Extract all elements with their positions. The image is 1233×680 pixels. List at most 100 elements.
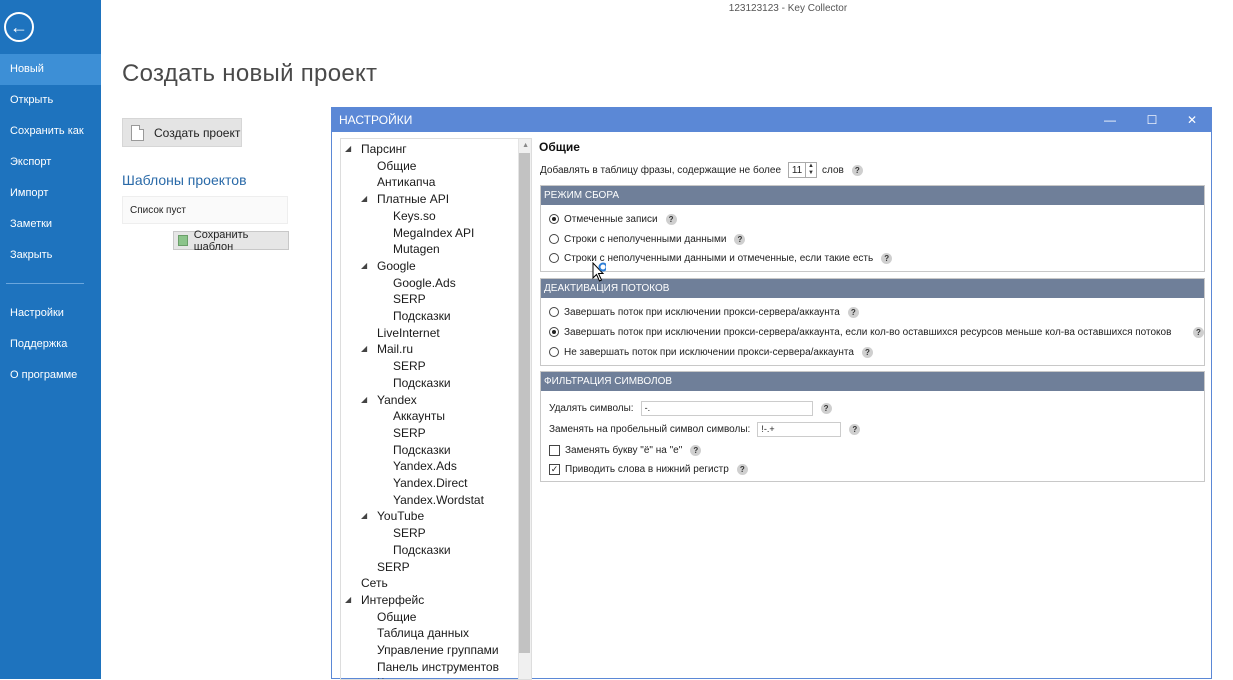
tree-node[interactable]: Управление группами: [377, 642, 499, 658]
help-icon[interactable]: ?: [736, 463, 748, 475]
save-template-button[interactable]: Сохранить шаблон: [173, 229, 289, 253]
tree-node[interactable]: Keys.so: [393, 208, 436, 224]
sidebar-item[interactable]: Поддержка: [0, 329, 101, 360]
sidebar-item[interactable]: Заметки: [0, 209, 101, 240]
sidebar-item[interactable]: Открыть: [0, 85, 101, 116]
help-icon[interactable]: ?: [849, 423, 861, 435]
minimize-icon[interactable]: —: [1091, 108, 1129, 132]
expand-triangle-icon[interactable]: ◢: [345, 141, 351, 157]
tree-node[interactable]: Подсказки: [393, 375, 451, 391]
radio-button[interactable]: [549, 253, 559, 263]
tree-node-label: Антикапча: [377, 175, 436, 190]
help-icon[interactable]: ?: [820, 402, 832, 414]
tree-node[interactable]: ◢ Парсинг: [345, 141, 407, 157]
sidebar-item[interactable]: Настройки: [0, 298, 101, 329]
expand-triangle-icon[interactable]: ◢: [361, 191, 367, 207]
scrollbar-thumb[interactable]: [519, 153, 530, 653]
remove-symbols-input[interactable]: -.: [640, 400, 813, 416]
tree-node[interactable]: Подсказки: [393, 542, 451, 558]
dialog-title: НАСТРОЙКИ: [339, 113, 413, 127]
stepper-arrows-icon[interactable]: ▲ ▼: [805, 163, 816, 177]
tree-node[interactable]: Подсказки: [393, 442, 451, 458]
lowercase-checkbox[interactable]: ✓: [549, 463, 560, 475]
help-icon[interactable]: ?: [1193, 326, 1204, 338]
replace-symbols-input[interactable]: !-.+: [757, 421, 842, 437]
radio-button[interactable]: [549, 307, 559, 317]
tree-node[interactable]: LiveInternet: [377, 325, 440, 341]
help-icon[interactable]: ?: [690, 444, 702, 456]
expand-triangle-icon[interactable]: ◢: [361, 341, 367, 357]
tree-node[interactable]: Mutagen: [393, 241, 440, 257]
sidebar-item[interactable]: Импорт: [0, 178, 101, 209]
radio-button[interactable]: [549, 214, 559, 224]
tree-node[interactable]: SERP: [393, 425, 426, 441]
help-icon[interactable]: ?: [734, 233, 746, 245]
tree-node[interactable]: Аккаунты: [393, 408, 445, 424]
back-arrow-icon[interactable]: ←: [4, 12, 34, 42]
tree-node[interactable]: Yandex.Wordstat: [393, 492, 484, 508]
sidebar-item[interactable]: Экспорт: [0, 147, 101, 178]
tree-scrollbar[interactable]: ▲: [518, 139, 531, 679]
tree-node[interactable]: ◢ Интерфейс: [345, 592, 424, 608]
tree-node[interactable]: Yandex.Ads: [393, 458, 457, 474]
expand-triangle-icon[interactable]: ◢: [361, 392, 367, 408]
tree-node[interactable]: SERP: [393, 291, 426, 307]
tree-node[interactable]: Общие: [377, 158, 416, 174]
threads-option-1[interactable]: Завершать поток при исключении прокси-се…: [549, 325, 1204, 339]
close-icon[interactable]: ✕: [1173, 108, 1211, 132]
dialog-titlebar[interactable]: НАСТРОЙКИ — ☐ ✕: [332, 108, 1211, 132]
help-icon[interactable]: ?: [881, 252, 893, 264]
tree-node[interactable]: ◢ Google: [361, 258, 416, 274]
tree-node[interactable]: Таблица данных: [377, 625, 469, 641]
radio-button[interactable]: [549, 234, 559, 244]
tree-node[interactable]: Google.Ads: [393, 275, 456, 291]
threads-option-0[interactable]: Завершать поток при исключении прокси-се…: [549, 305, 859, 319]
expand-triangle-icon[interactable]: ◢: [345, 592, 351, 608]
radio-button[interactable]: [549, 327, 559, 337]
tree-node[interactable]: SERP: [393, 525, 426, 541]
option-label: Завершать поток при исключении прокси-се…: [564, 326, 1172, 338]
mode-option-0[interactable]: Отмеченные записи ?: [549, 212, 677, 226]
tree-node[interactable]: ◢ Платные API: [361, 191, 449, 207]
max-words-value[interactable]: 11: [789, 165, 805, 176]
sidebar-item[interactable]: Новый: [0, 54, 101, 85]
tree-node[interactable]: SERP: [377, 559, 410, 575]
tree-node-label: Keys.so: [393, 208, 436, 223]
max-words-label: Добавлять в таблицу фразы, содержащие не…: [540, 164, 782, 176]
tree-node[interactable]: SERP: [393, 358, 426, 374]
templates-list[interactable]: Список пуст: [122, 196, 288, 224]
sidebar-item[interactable]: Закрыть: [0, 240, 101, 271]
expand-triangle-icon[interactable]: ◢: [361, 258, 367, 274]
lowercase-row[interactable]: ✓ Приводить слова в нижний регистр ?: [549, 462, 748, 476]
scroll-up-icon[interactable]: ▲: [522, 142, 529, 149]
threads-option-2[interactable]: Не завершать поток при исключении прокси…: [549, 345, 873, 359]
tree-node[interactable]: MegaIndex API: [393, 225, 474, 241]
tree-node[interactable]: ◢ Mail.ru: [361, 341, 413, 357]
mode-group: РЕЖИМ СБОРА Отмеченные записи ? Строки с…: [540, 185, 1205, 272]
radio-button[interactable]: [549, 347, 559, 357]
create-project-button[interactable]: Создать проект: [122, 118, 242, 147]
sidebar-item[interactable]: О программе: [0, 360, 101, 391]
expand-triangle-icon[interactable]: ◢: [361, 508, 367, 524]
replace-yo-row[interactable]: Заменять букву "ё" на "е" ?: [549, 443, 702, 457]
tree-node-label: Аккаунты: [393, 409, 446, 424]
max-words-stepper[interactable]: 11 ▲ ▼: [788, 162, 818, 178]
tree-node[interactable]: Панель инструментов: [377, 659, 499, 675]
tree-node[interactable]: ◢ Yandex: [361, 392, 417, 408]
tree-node[interactable]: Общие: [377, 609, 416, 625]
help-icon[interactable]: ?: [851, 164, 863, 176]
help-icon[interactable]: ?: [847, 306, 859, 318]
sidebar-item[interactable]: Сохранить как: [0, 116, 101, 147]
tree-node[interactable]: ◢ YouTube: [361, 508, 424, 524]
replace-yo-checkbox[interactable]: [549, 444, 560, 456]
help-icon[interactable]: ?: [861, 346, 873, 358]
mode-option-1[interactable]: Строки с неполученными данными ?: [549, 232, 746, 246]
tree-node[interactable]: Сеть: [361, 575, 388, 591]
tree-node-label: Yandex.Direct: [393, 476, 468, 490]
maximize-icon[interactable]: ☐: [1133, 108, 1171, 132]
help-icon[interactable]: ?: [665, 213, 677, 225]
tree-node[interactable]: Подсказки: [393, 308, 451, 324]
tree-node[interactable]: Комментарии: [377, 675, 453, 679]
tree-node[interactable]: Антикапча: [377, 174, 435, 190]
tree-node[interactable]: Yandex.Direct: [393, 475, 467, 491]
